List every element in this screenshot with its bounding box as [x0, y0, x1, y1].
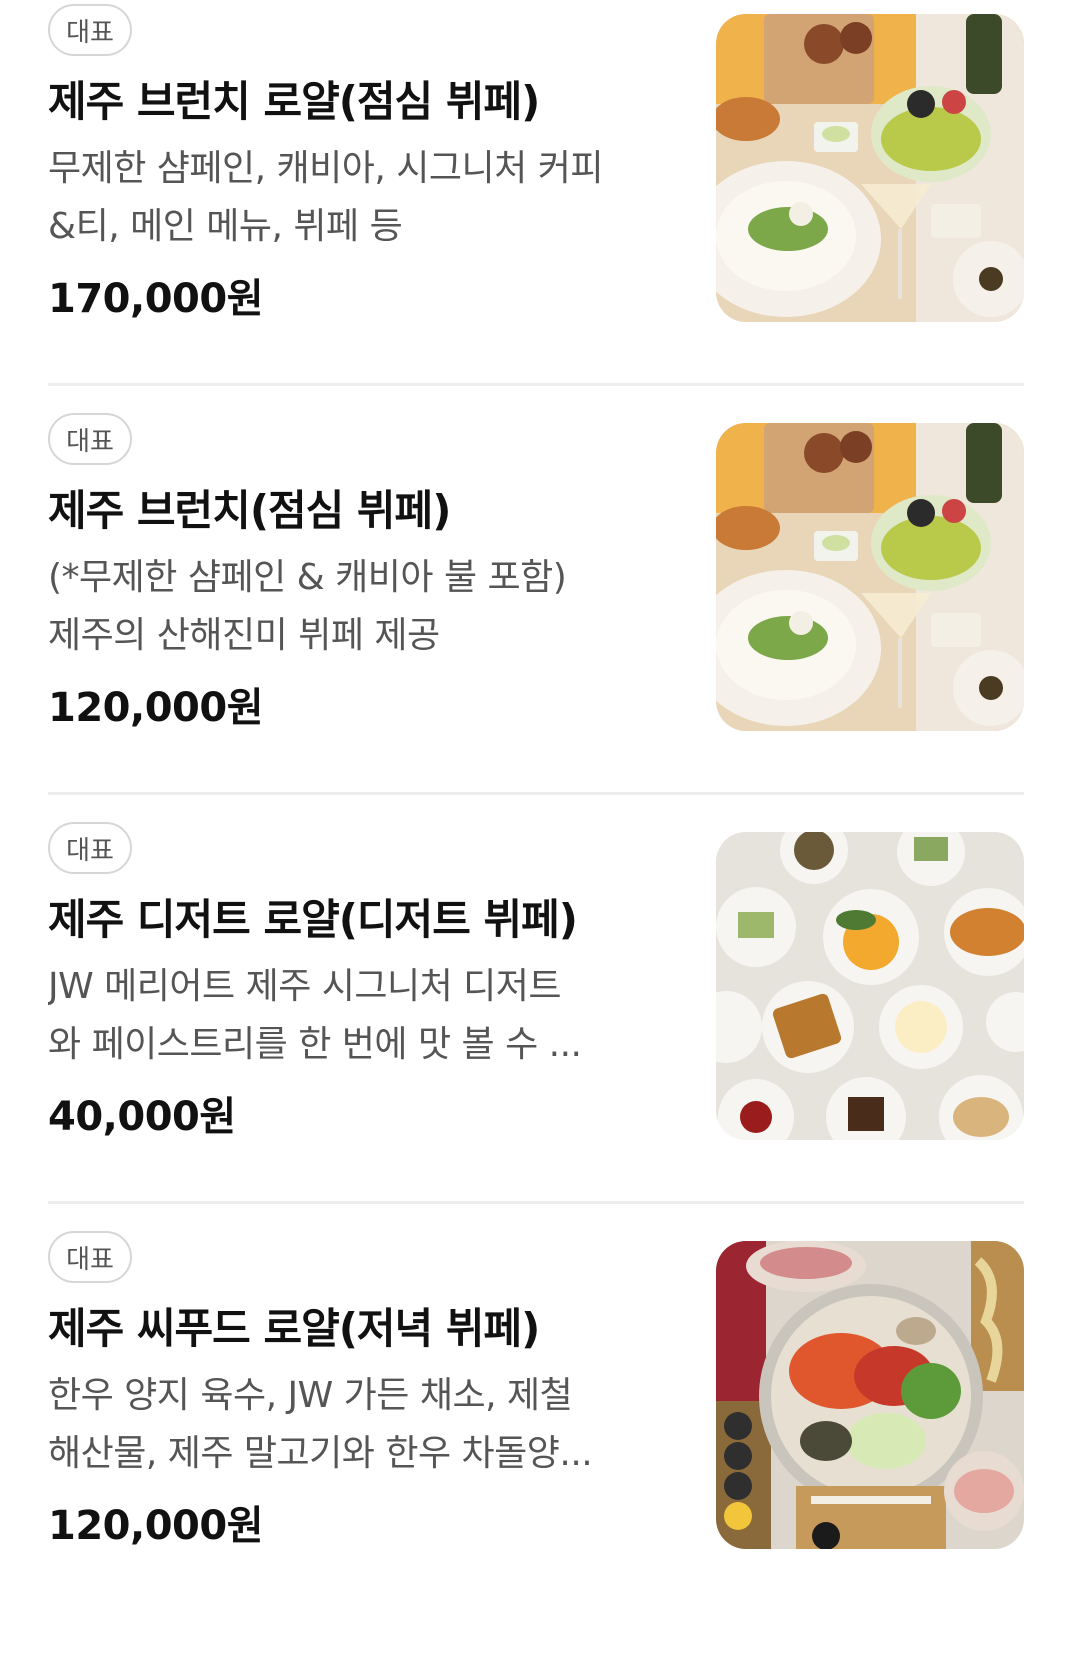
- description-line: &티, 메인 메뉴, 뷔페 등: [48, 206, 403, 247]
- featured-badge: 대표: [48, 1231, 132, 1283]
- description-line: 제주의 산해진미 뷔페 제공: [48, 615, 440, 656]
- menu-item-price: 120,000원: [48, 1503, 264, 1549]
- description-line: 와 페이스트리를 한 번에 맛 볼 수 ...: [48, 1024, 582, 1065]
- divider: [48, 1201, 1024, 1204]
- menu-item[interactable]: 대표 제주 디저트 로얄(디저트 뷔페) JW 메리어트 제주 시그니처 디저트…: [48, 818, 1024, 1250]
- featured-badge: 대표: [48, 4, 132, 56]
- description-line: 무제한 샴페인, 캐비아, 시그니처 커피: [48, 148, 603, 189]
- seafood-photo-icon: [716, 1241, 1024, 1549]
- featured-badge: 대표: [48, 413, 132, 465]
- menu-item[interactable]: 대표 제주 브런치 로얄(점심 뷔페) 무제한 샴페인, 캐비아, 시그니처 커…: [48, 0, 1024, 432]
- featured-badge: 대표: [48, 822, 132, 874]
- description-line: 한우 양지 육수, JW 가든 채소, 제철: [48, 1375, 573, 1416]
- menu-item[interactable]: 대표 제주 씨푸드 로얄(저녁 뷔페) 한우 양지 육수, JW 가든 채소, …: [48, 1227, 1024, 1659]
- menu-item-price: 120,000원: [48, 685, 264, 731]
- menu-item-title: 제주 디저트 로얄(디저트 뷔페): [48, 895, 578, 944]
- menu-item-description: 한우 양지 육수, JW 가든 채소, 제철 해산물, 제주 말고기와 한우 차…: [48, 1367, 668, 1483]
- menu-item-description: JW 메리어트 제주 시그니처 디저트 와 페이스트리를 한 번에 맛 볼 수 …: [48, 958, 668, 1074]
- menu-item[interactable]: 대표 제주 브런치(점심 뷔페) (*무제한 샴페인 & 캐비아 불 포함) 제…: [48, 409, 1024, 841]
- menu-item-title: 제주 씨푸드 로얄(저녁 뷔페): [48, 1304, 540, 1353]
- dessert-photo-icon: [716, 832, 1024, 1140]
- description-line: 해산물, 제주 말고기와 한우 차돌양...: [48, 1433, 593, 1474]
- menu-item-title: 제주 브런치(점심 뷔페): [48, 486, 451, 535]
- menu-item-image[interactable]: [716, 832, 1024, 1140]
- menu-item-description: (*무제한 샴페인 & 캐비아 불 포함) 제주의 산해진미 뷔페 제공: [48, 549, 668, 665]
- menu-item-image[interactable]: [716, 1241, 1024, 1549]
- menu-item-price: 170,000원: [48, 276, 264, 322]
- divider: [48, 792, 1024, 795]
- menu-item-image[interactable]: [716, 14, 1024, 322]
- menu-item-price: 40,000원: [48, 1094, 236, 1140]
- brunch-photo-icon: [716, 14, 1024, 322]
- brunch-photo-icon: [716, 423, 1024, 731]
- description-line: (*무제한 샴페인 & 캐비아 불 포함): [48, 557, 567, 598]
- divider: [48, 383, 1024, 386]
- menu-item-image[interactable]: [716, 423, 1024, 731]
- menu-item-title: 제주 브런치 로얄(점심 뷔페): [48, 77, 540, 126]
- menu-item-description: 무제한 샴페인, 캐비아, 시그니처 커피 &티, 메인 메뉴, 뷔페 등: [48, 140, 668, 256]
- menu-list: 대표 제주 브런치 로얄(점심 뷔페) 무제한 샴페인, 캐비아, 시그니처 커…: [0, 0, 1080, 1668]
- description-line: JW 메리어트 제주 시그니처 디저트: [48, 966, 562, 1007]
